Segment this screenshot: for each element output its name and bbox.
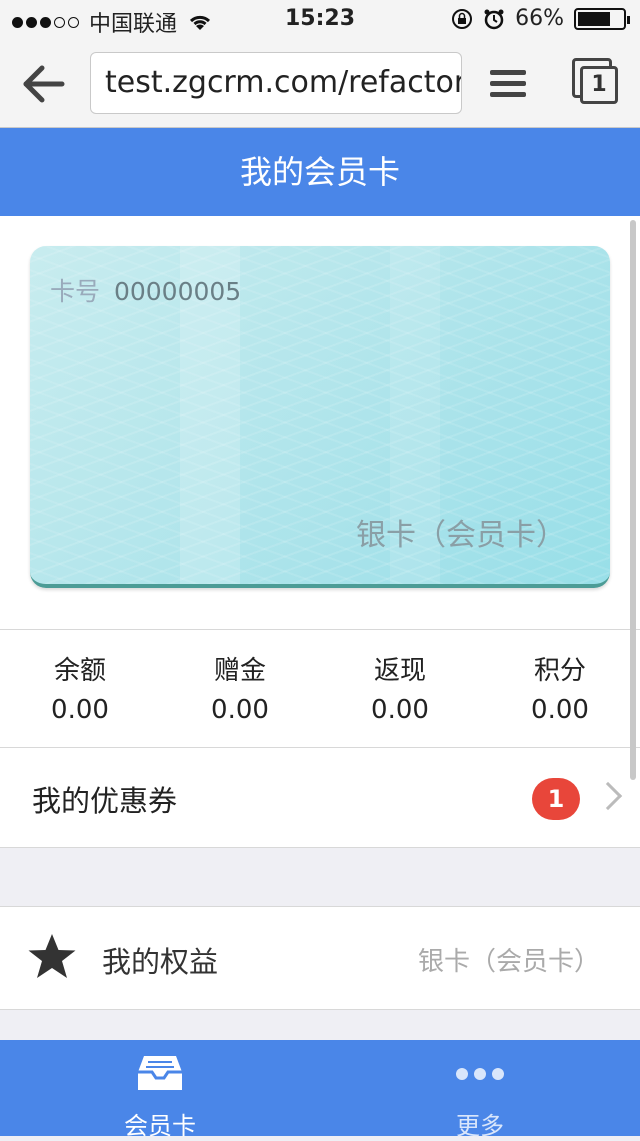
battery-icon xyxy=(574,7,630,30)
page-title: 我的会员卡 xyxy=(0,128,640,216)
stat-cashback: 返现 0.00 xyxy=(320,630,480,747)
card-type: 银卡（会员卡） xyxy=(356,518,566,553)
my-rights-row[interactable]: 我的权益 银卡（会员卡） xyxy=(0,906,640,1010)
card-number-label: 卡号 xyxy=(50,277,101,306)
my-coupons-row[interactable]: 我的优惠券 1 xyxy=(0,748,640,848)
stat-value: 0.00 xyxy=(51,695,109,725)
stat-gift: 赠金 0.00 xyxy=(160,630,320,747)
rights-value: 银卡（会员卡） xyxy=(417,947,600,977)
stat-label: 赠金 xyxy=(213,656,266,686)
battery-percent: 66% xyxy=(515,6,564,31)
orientation-lock-icon xyxy=(452,8,473,29)
stat-value: 0.00 xyxy=(531,695,589,725)
tab-count: 1 xyxy=(580,66,618,104)
status-bar: 中国联通 15:23 66% xyxy=(0,0,640,40)
stat-value: 0.00 xyxy=(211,695,269,725)
more-dots-icon xyxy=(456,1068,504,1080)
stat-value: 0.00 xyxy=(371,695,429,725)
card-number: 卡号 00000005 xyxy=(50,272,241,308)
membership-card: 卡号 00000005 银卡（会员卡） xyxy=(30,246,610,588)
star-icon xyxy=(28,934,76,978)
stat-points: 积分 0.00 xyxy=(480,630,640,747)
coupons-label: 我的优惠券 xyxy=(32,784,178,818)
stat-label: 余额 xyxy=(53,656,106,686)
stat-label: 返现 xyxy=(373,656,426,686)
alarm-icon xyxy=(484,9,504,29)
main-content: 卡号 00000005 银卡（会员卡） 余额 0.00 赠金 0.00 返现 0… xyxy=(0,216,640,1040)
member-card-icon xyxy=(138,1056,182,1090)
scrollbar[interactable] xyxy=(630,220,636,780)
tab-more[interactable]: 更多 xyxy=(320,1040,640,1140)
tab-member-card[interactable]: 会员卡 xyxy=(0,1040,320,1140)
menu-icon[interactable] xyxy=(490,70,526,100)
stat-balance: 余额 0.00 xyxy=(0,630,160,747)
back-arrow-icon[interactable] xyxy=(22,62,66,106)
stat-label: 积分 xyxy=(533,656,586,686)
rights-label: 我的权益 xyxy=(102,945,219,979)
card-section: 卡号 00000005 银卡（会员卡） xyxy=(0,216,640,630)
card-number-value: 00000005 xyxy=(113,277,242,306)
tabs-button[interactable]: 1 xyxy=(572,58,618,106)
browser-toolbar: test.zgcrm.com/refactor/ 1 xyxy=(0,40,640,128)
coupon-count-badge: 1 xyxy=(532,778,580,820)
chevron-right-icon xyxy=(593,781,623,811)
address-bar[interactable]: test.zgcrm.com/refactor/ xyxy=(90,52,462,114)
balance-stats: 余额 0.00 赠金 0.00 返现 0.00 积分 0.00 xyxy=(0,630,640,748)
bottom-tab-bar: 会员卡 更多 xyxy=(0,1040,640,1140)
